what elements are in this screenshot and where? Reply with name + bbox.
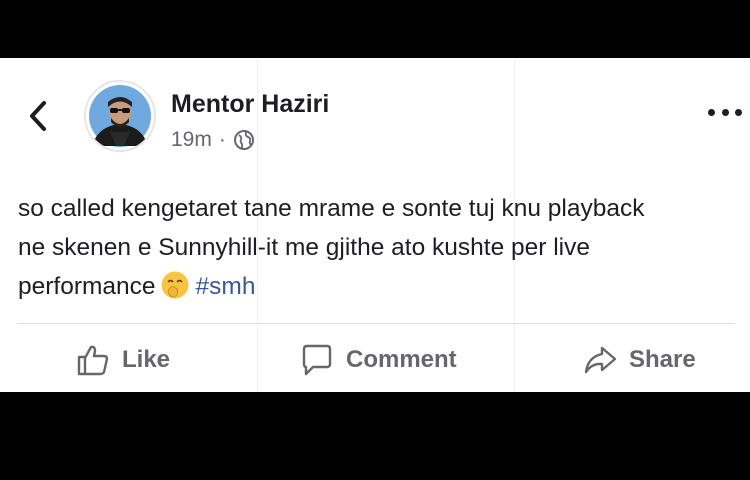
bottom-black-bar xyxy=(0,392,750,480)
share-label: Share xyxy=(629,346,696,373)
share-arrow-icon xyxy=(584,346,617,374)
like-label: Like xyxy=(122,346,171,373)
comment-button[interactable]: Comment xyxy=(300,340,457,380)
avatar-photo xyxy=(86,82,154,150)
more-dot-icon xyxy=(721,108,729,116)
comment-bubble-icon xyxy=(302,344,332,376)
post-timestamp[interactable]: 19m xyxy=(171,128,212,152)
comment-label: Comment xyxy=(346,346,457,373)
post-text-line: ne skenen e Sunnyhill-it me gjithe ato k… xyxy=(18,234,590,261)
post-text-line: performance xyxy=(18,273,156,300)
author-name[interactable]: Mentor Haziri xyxy=(171,90,329,119)
chevron-left-icon xyxy=(30,101,46,131)
post-card: Mentor Haziri 19m · so called kengetaret… xyxy=(0,58,750,392)
back-button[interactable] xyxy=(24,96,52,136)
more-dot-icon xyxy=(735,108,742,116)
post-text-line-last: performance #smh xyxy=(18,267,738,306)
share-button[interactable]: Share xyxy=(583,340,696,380)
actions-divider xyxy=(18,323,734,324)
more-options-button[interactable] xyxy=(708,102,742,122)
top-black-bar xyxy=(0,0,750,58)
avatar[interactable] xyxy=(84,80,156,152)
post-text: so called kengetaret tane mrame e sonte … xyxy=(18,189,738,306)
like-button[interactable]: Like xyxy=(76,340,170,380)
post-text-line: so called kengetaret tane mrame e sonte … xyxy=(18,195,645,222)
thumbs-up-icon xyxy=(77,345,109,376)
post-meta: 19m · xyxy=(171,128,255,152)
globe-icon[interactable] xyxy=(233,129,255,151)
hashtag-link[interactable]: #smh xyxy=(196,273,256,300)
shushing-face-emoji-icon xyxy=(161,271,189,299)
meta-separator: · xyxy=(218,128,226,151)
more-dot-icon xyxy=(708,108,715,116)
